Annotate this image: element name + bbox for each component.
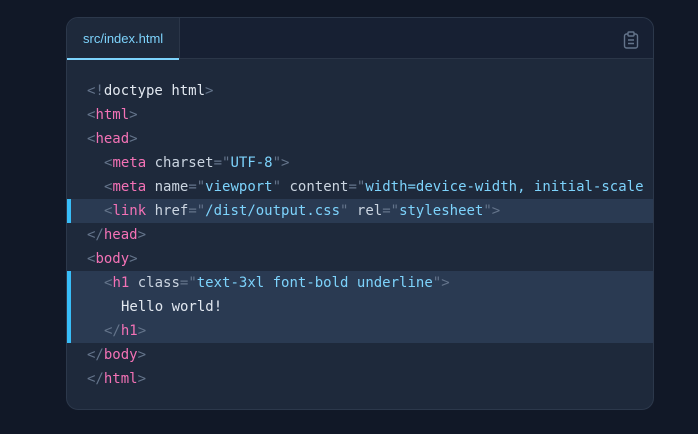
code-line: <html> xyxy=(87,107,138,123)
code-line: </html> xyxy=(87,371,147,387)
code-line: <meta name="viewport" content="width=dev… xyxy=(104,179,644,195)
code-line-highlighted: </h1> xyxy=(67,319,653,343)
code-line: <head> xyxy=(87,131,138,147)
copy-button[interactable] xyxy=(623,31,639,49)
code-line-highlighted: <h1 class="text-3xl font-bold underline"… xyxy=(67,271,653,295)
code-content: <!doctype html> <html> <head> <meta char… xyxy=(67,79,653,391)
code-editor-window: src/index.html <!doctype html> <html> <h… xyxy=(66,17,654,410)
code-line-highlighted: Hello world! xyxy=(67,295,653,319)
code-line: </head> xyxy=(87,227,147,243)
code-line: <!doctype html> xyxy=(87,83,214,99)
code-line: <meta charset="UTF-8"> xyxy=(104,155,290,171)
tab-src-index-html[interactable]: src/index.html xyxy=(67,18,181,60)
clipboard-icon xyxy=(623,31,639,49)
code-line-highlighted: <link href="/dist/output.css" rel="style… xyxy=(67,199,653,223)
code-line: </body> xyxy=(87,347,147,363)
tab-bar: src/index.html xyxy=(67,18,653,60)
code-line: <body> xyxy=(87,251,138,267)
